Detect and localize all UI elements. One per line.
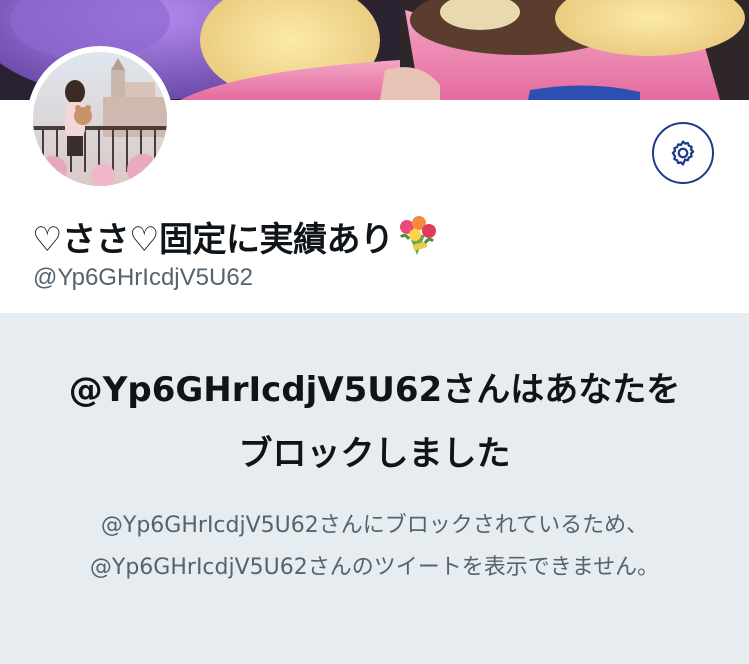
settings-button[interactable] — [652, 122, 714, 184]
blocked-title: @Yp6GHrIcdjV5U62さんはあなたをブロックしました — [68, 370, 681, 474]
profile-page: ♡ささ♡固定に実績あり 💐 @Yp6GHrIcdjV5U62 @Yp6GHrIc… — [0, 0, 749, 664]
avatar[interactable] — [33, 52, 167, 186]
blocked-description: @Yp6GHrIcdjV5U62さんにブロックされているため、@Yp6GHrIc… — [89, 513, 660, 580]
profile-handle: @Yp6GHrIcdjV5U62 — [33, 264, 254, 291]
gear-icon — [668, 138, 698, 168]
display-name-text: ♡ささ♡固定に実績あり — [32, 220, 394, 260]
display-name: ♡ささ♡固定に実績あり — [32, 212, 439, 266]
bouquet-emoji-icon — [395, 215, 439, 266]
